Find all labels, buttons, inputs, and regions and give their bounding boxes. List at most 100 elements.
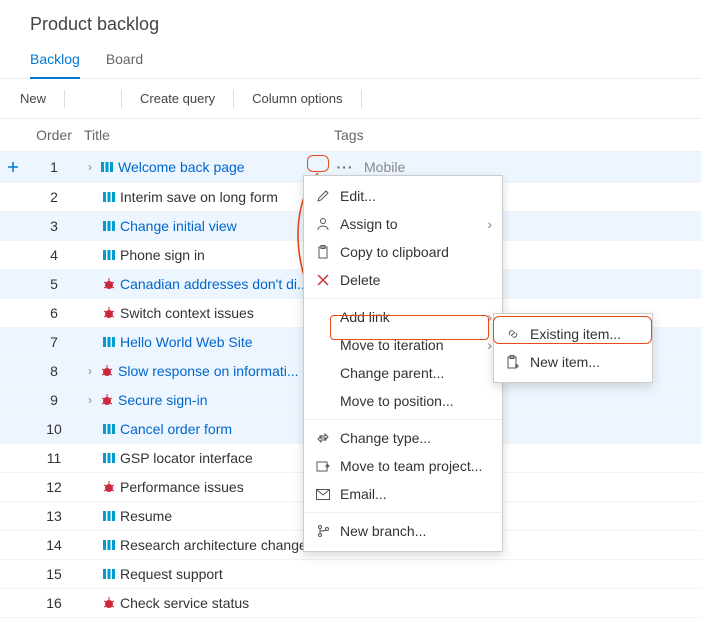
menu-assign-to[interactable]: Assign to › — [304, 210, 502, 238]
bug-icon — [102, 596, 116, 610]
menu-change-type[interactable]: Change type... — [304, 424, 502, 452]
work-item-title: Check service status — [120, 595, 249, 611]
work-item-title[interactable]: Slow response on informati... — [118, 363, 299, 379]
work-item-title: Resume — [120, 508, 172, 524]
order-cell: 4 — [30, 241, 78, 270]
pbi-icon — [100, 160, 114, 174]
tab-board[interactable]: Board — [106, 45, 143, 78]
menu-delete[interactable]: Delete — [304, 266, 502, 294]
menu-label: Assign to — [340, 216, 398, 232]
person-icon — [314, 217, 332, 231]
work-item-title: Performance issues — [120, 479, 244, 495]
order-cell: 8 — [30, 357, 78, 386]
work-item-title[interactable]: Secure sign-in — [118, 392, 208, 408]
work-item-title[interactable]: Canadian addresses don't di... — [120, 276, 309, 292]
work-item-title: Research architecture changes — [120, 537, 314, 553]
pencil-icon — [314, 189, 332, 203]
menu-label: Move to position... — [340, 393, 454, 409]
work-item-title[interactable]: Cancel order form — [120, 421, 232, 437]
chevron-right-icon[interactable]: › — [84, 393, 96, 407]
column-header-title[interactable]: Title — [78, 119, 328, 152]
new-item-icon — [504, 355, 522, 369]
menu-move-iteration[interactable]: Move to iteration › — [304, 331, 502, 359]
work-item-title[interactable]: Hello World Web Site — [120, 334, 253, 350]
email-icon[interactable] — [370, 91, 390, 107]
add-icon[interactable] — [6, 160, 24, 174]
menu-label: Move to iteration — [340, 337, 444, 353]
pbi-icon — [102, 248, 116, 262]
menu-edit[interactable]: Edit... — [304, 182, 502, 210]
menu-label: Add link — [340, 309, 390, 325]
menu-label: New branch... — [340, 523, 426, 539]
order-cell: 6 — [30, 299, 78, 328]
bug-icon — [100, 393, 114, 407]
change-type-icon — [314, 431, 332, 445]
menu-divider — [304, 512, 502, 513]
work-item-title: Switch context issues — [120, 305, 254, 321]
toolbar: New Create query Column options — [0, 79, 701, 119]
order-cell: 12 — [30, 473, 78, 502]
column-options-button[interactable]: Column options — [242, 87, 352, 110]
order-cell: 1 — [30, 152, 78, 183]
menu-move-team-project[interactable]: Move to team project... — [304, 452, 502, 480]
column-header-order[interactable]: Order — [30, 119, 78, 152]
menu-label: Edit... — [340, 188, 376, 204]
chevron-right-icon: › — [487, 337, 492, 353]
column-header-tags[interactable]: Tags — [328, 119, 701, 152]
expand-icon[interactable] — [73, 91, 93, 107]
separator — [121, 90, 122, 108]
work-item-title: GSP locator interface — [120, 450, 253, 466]
menu-add-link[interactable]: Add link › — [304, 303, 502, 331]
menu-label: Copy to clipboard — [340, 244, 449, 260]
create-query-button[interactable]: Create query — [130, 87, 225, 110]
bug-icon — [102, 480, 116, 494]
collapse-icon[interactable] — [93, 91, 113, 107]
more-actions-button[interactable]: ··· — [334, 158, 356, 176]
order-cell: 5 — [30, 270, 78, 299]
order-cell: 16 — [30, 589, 78, 618]
menu-divider — [304, 298, 502, 299]
menu-email[interactable]: Email... — [304, 480, 502, 508]
pbi-icon — [102, 509, 116, 523]
work-item-title: Interim save on long form — [120, 189, 278, 205]
tab-backlog[interactable]: Backlog — [30, 45, 80, 79]
menu-label: Change type... — [340, 430, 431, 446]
table-row[interactable]: 16 Check service status — [0, 589, 701, 618]
work-item-title[interactable]: Welcome back page — [118, 159, 245, 175]
menu-label: Existing item... — [530, 326, 621, 342]
chevron-right-icon[interactable]: › — [84, 364, 96, 378]
work-item-title[interactable]: Change initial view — [120, 218, 237, 234]
order-cell: 2 — [30, 183, 78, 212]
separator — [233, 90, 234, 108]
chevron-right-icon: › — [487, 216, 492, 232]
chevron-right-icon[interactable]: › — [84, 160, 96, 174]
submenu-existing-item[interactable]: Existing item... — [494, 320, 652, 348]
bug-icon — [102, 277, 116, 291]
pbi-icon — [102, 219, 116, 233]
page-title: Product backlog — [0, 0, 701, 45]
table-row[interactable]: 15 Request support — [0, 560, 701, 589]
submenu-new-item[interactable]: New item... — [494, 348, 652, 376]
bug-icon — [100, 364, 114, 378]
menu-label: Move to team project... — [340, 458, 482, 474]
menu-label: Delete — [340, 272, 380, 288]
bug-icon — [102, 306, 116, 320]
link-icon — [504, 327, 522, 341]
menu-new-branch[interactable]: New branch... — [304, 517, 502, 545]
tabs: Backlog Board — [0, 45, 701, 79]
order-cell: 10 — [30, 415, 78, 444]
pbi-icon — [102, 567, 116, 581]
separator — [361, 90, 362, 108]
context-menu: Edit... Assign to › Copy to clipboard De… — [303, 175, 503, 552]
pbi-icon — [102, 538, 116, 552]
order-cell: 15 — [30, 560, 78, 589]
menu-move-position[interactable]: Move to position... — [304, 387, 502, 415]
menu-copy[interactable]: Copy to clipboard — [304, 238, 502, 266]
order-cell: 7 — [30, 328, 78, 357]
delete-icon — [314, 274, 332, 286]
new-button[interactable]: New — [10, 87, 56, 110]
work-item-title: Phone sign in — [120, 247, 205, 263]
menu-change-parent[interactable]: Change parent... — [304, 359, 502, 387]
work-item-title: Request support — [120, 566, 223, 582]
order-cell: 13 — [30, 502, 78, 531]
